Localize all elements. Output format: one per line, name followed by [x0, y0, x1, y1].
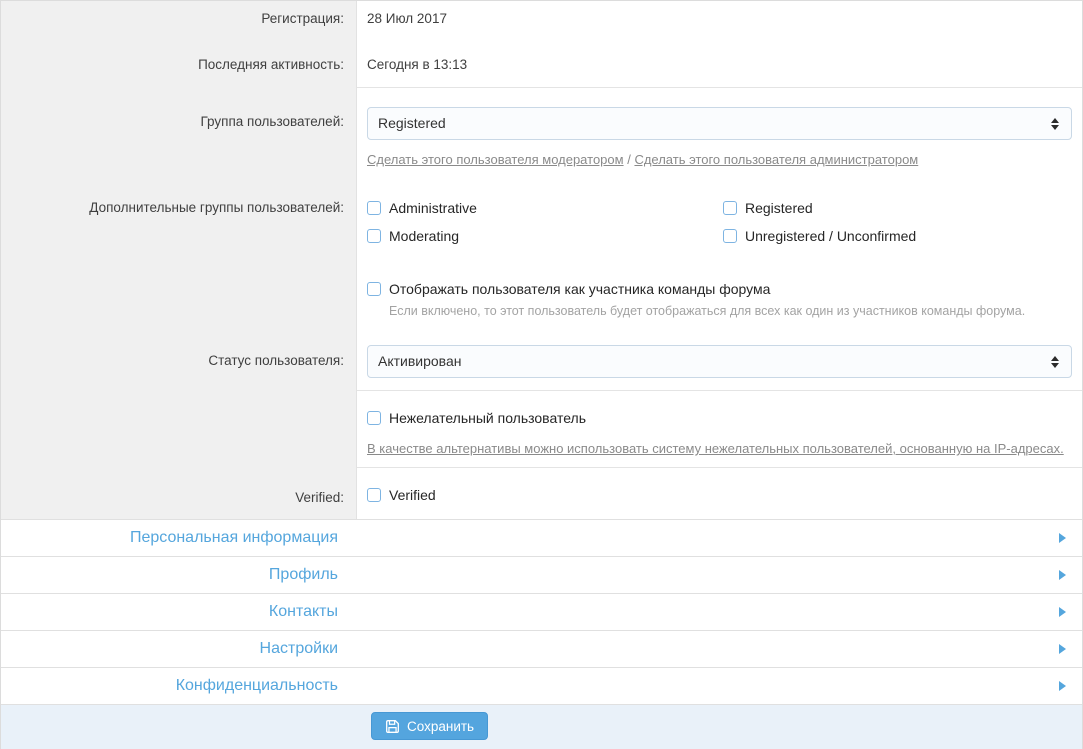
checkbox-verified-label: Verified	[389, 487, 436, 503]
checkbox-administrative[interactable]	[367, 201, 381, 215]
expand-arrow-icon	[1059, 644, 1066, 654]
checkbox-item-administrative[interactable]: Administrative	[367, 200, 723, 216]
section-contacts[interactable]: Контакты	[1, 594, 1082, 631]
save-button[interactable]: Сохранить	[371, 712, 488, 740]
checkbox-item-discouraged[interactable]: Нежелательный пользователь	[367, 410, 1072, 426]
section-personal-info-title: Персональная информация	[1, 529, 358, 547]
expand-arrow-icon	[1059, 681, 1066, 691]
row-secondary-groups: Дополнительные группы пользователей: Adm…	[1, 184, 1082, 260]
discouraged-label-spacer	[1, 391, 357, 468]
checkbox-registered[interactable]	[723, 201, 737, 215]
save-button-label: Сохранить	[407, 719, 474, 734]
make-moderator-link[interactable]: Сделать этого пользователя модератором	[367, 152, 624, 167]
expand-arrow-icon	[1059, 607, 1066, 617]
user-group-links: Сделать этого пользователя модератором /…	[367, 151, 1072, 168]
checkbox-item-registered[interactable]: Registered	[723, 200, 1072, 216]
row-discouraged: Нежелательный пользователь В качестве ал…	[1, 391, 1082, 468]
checkbox-discouraged-label: Нежелательный пользователь	[389, 410, 586, 426]
section-settings-title: Настройки	[1, 640, 358, 658]
user-group-label: Группа пользователей:	[1, 88, 357, 184]
form-footer: Сохранить	[1, 705, 1082, 749]
section-profile-title: Профиль	[1, 566, 358, 584]
section-contacts-title: Контакты	[1, 603, 358, 621]
user-group-select[interactable]: Registered	[367, 107, 1072, 140]
last-activity-value: Сегодня в 13:13	[357, 48, 1082, 88]
row-user-group: Группа пользователей: Registered Сделать…	[1, 88, 1082, 184]
row-verified: Verified: Verified	[1, 468, 1082, 520]
checkbox-item-unregistered[interactable]: Unregistered / Unconfirmed	[723, 228, 1072, 244]
section-profile[interactable]: Профиль	[1, 557, 1082, 594]
staff-member-label-spacer	[1, 260, 357, 329]
checkbox-staff-member-label: Отображать пользователя как участника ко…	[389, 281, 770, 297]
make-admin-link[interactable]: Сделать этого пользователя администратор…	[634, 152, 918, 167]
row-last-activity: Последняя активность: Сегодня в 13:13	[1, 48, 1082, 88]
row-user-state: Статус пользователя: Активирован	[1, 329, 1082, 391]
checkbox-unregistered[interactable]	[723, 229, 737, 243]
section-privacy[interactable]: Конфиденциальность	[1, 668, 1082, 705]
save-icon	[385, 719, 400, 734]
checkbox-discouraged[interactable]	[367, 411, 381, 425]
checkbox-unregistered-label: Unregistered / Unconfirmed	[745, 228, 916, 244]
checkbox-verified[interactable]	[367, 488, 381, 502]
user-edit-form: Регистрация: 28 Июл 2017 Последняя актив…	[0, 0, 1083, 749]
row-staff-member: Отображать пользователя как участника ко…	[1, 260, 1082, 329]
staff-member-hint: Если включено, то этот пользователь буде…	[389, 303, 1072, 320]
section-settings[interactable]: Настройки	[1, 631, 1082, 668]
checkbox-administrative-label: Administrative	[389, 200, 477, 216]
section-personal-info[interactable]: Персональная информация	[1, 520, 1082, 557]
expand-arrow-icon	[1059, 570, 1066, 580]
registration-label: Регистрация:	[1, 1, 357, 48]
checkbox-moderating[interactable]	[367, 229, 381, 243]
checkbox-registered-label: Registered	[745, 200, 813, 216]
expand-arrow-icon	[1059, 533, 1066, 543]
select-arrows-icon	[1051, 356, 1059, 368]
verified-label: Verified:	[1, 468, 357, 519]
checkbox-item-staff-member[interactable]: Отображать пользователя как участника ко…	[367, 281, 1072, 297]
user-group-selected-value: Registered	[378, 115, 1051, 132]
user-state-selected-value: Активирован	[378, 353, 1051, 370]
discouraged-ip-alternative-link[interactable]: В качестве альтернативы можно использова…	[367, 441, 1064, 456]
user-state-label: Статус пользователя:	[1, 329, 357, 391]
checkbox-staff-member[interactable]	[367, 282, 381, 296]
registration-value: 28 Июл 2017	[357, 1, 1082, 48]
checkbox-moderating-label: Moderating	[389, 228, 459, 244]
user-state-select[interactable]: Активирован	[367, 345, 1072, 378]
checkbox-item-moderating[interactable]: Moderating	[367, 228, 723, 244]
secondary-groups-label: Дополнительные группы пользователей:	[1, 184, 357, 260]
section-privacy-title: Конфиденциальность	[1, 677, 358, 695]
last-activity-label: Последняя активность:	[1, 48, 357, 88]
select-arrows-icon	[1051, 118, 1059, 130]
row-registration: Регистрация: 28 Июл 2017	[1, 1, 1082, 48]
secondary-groups-grid: Administrative Registered Moderating Unr…	[367, 200, 1072, 244]
links-separator: /	[627, 152, 631, 167]
checkbox-item-verified[interactable]: Verified	[367, 487, 1072, 503]
